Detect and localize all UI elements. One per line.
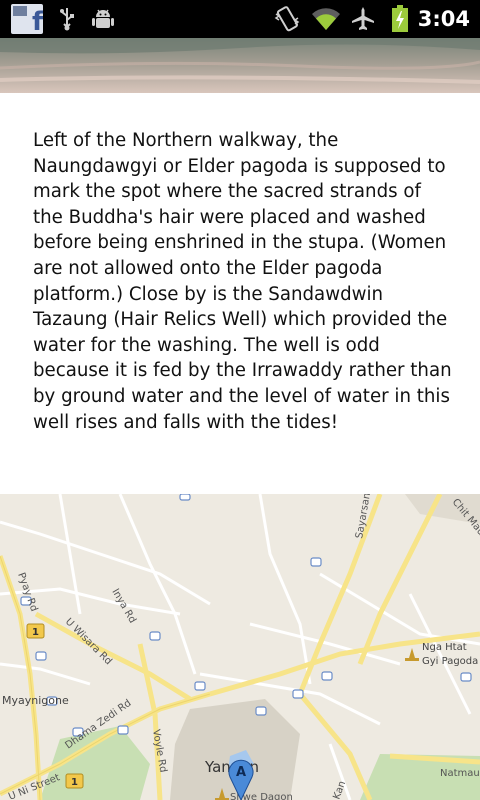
pagoda-photo — [0, 38, 480, 93]
map-view[interactable]: 1 1 Pyay Rd Inya Rd U Wisara Rd Dhama Ze… — [0, 494, 480, 800]
status-bar: f 3:04 — [0, 0, 480, 38]
route-1-shield: 1 — [65, 773, 84, 789]
facebook-notification-icon[interactable]: f — [10, 0, 44, 38]
place-label-nga-htat-1: Nga Htat — [422, 642, 467, 653]
wifi-icon — [308, 0, 344, 38]
marker-letter: A — [236, 765, 246, 780]
facebook-glyph: f — [32, 7, 43, 34]
status-clock: 3:04 — [417, 7, 470, 31]
place-label-myaynigone: Myaynigone — [2, 694, 69, 707]
article-paragraph: Left of the Northern walkway, the Naungd… — [33, 130, 452, 433]
svg-text:1: 1 — [32, 627, 39, 638]
route-1-shield: 1 — [26, 623, 45, 639]
android-debug-icon — [90, 0, 116, 38]
battery-charging-icon — [389, 0, 411, 38]
airplane-mode-icon — [350, 0, 376, 38]
vibrate-icon — [272, 0, 302, 38]
usb-icon — [56, 0, 78, 38]
place-label-nga-htat-2: Gyi Pagoda — [422, 656, 478, 667]
svg-text:1: 1 — [71, 777, 78, 788]
street-label-natmauk: Natmau — [440, 768, 480, 779]
